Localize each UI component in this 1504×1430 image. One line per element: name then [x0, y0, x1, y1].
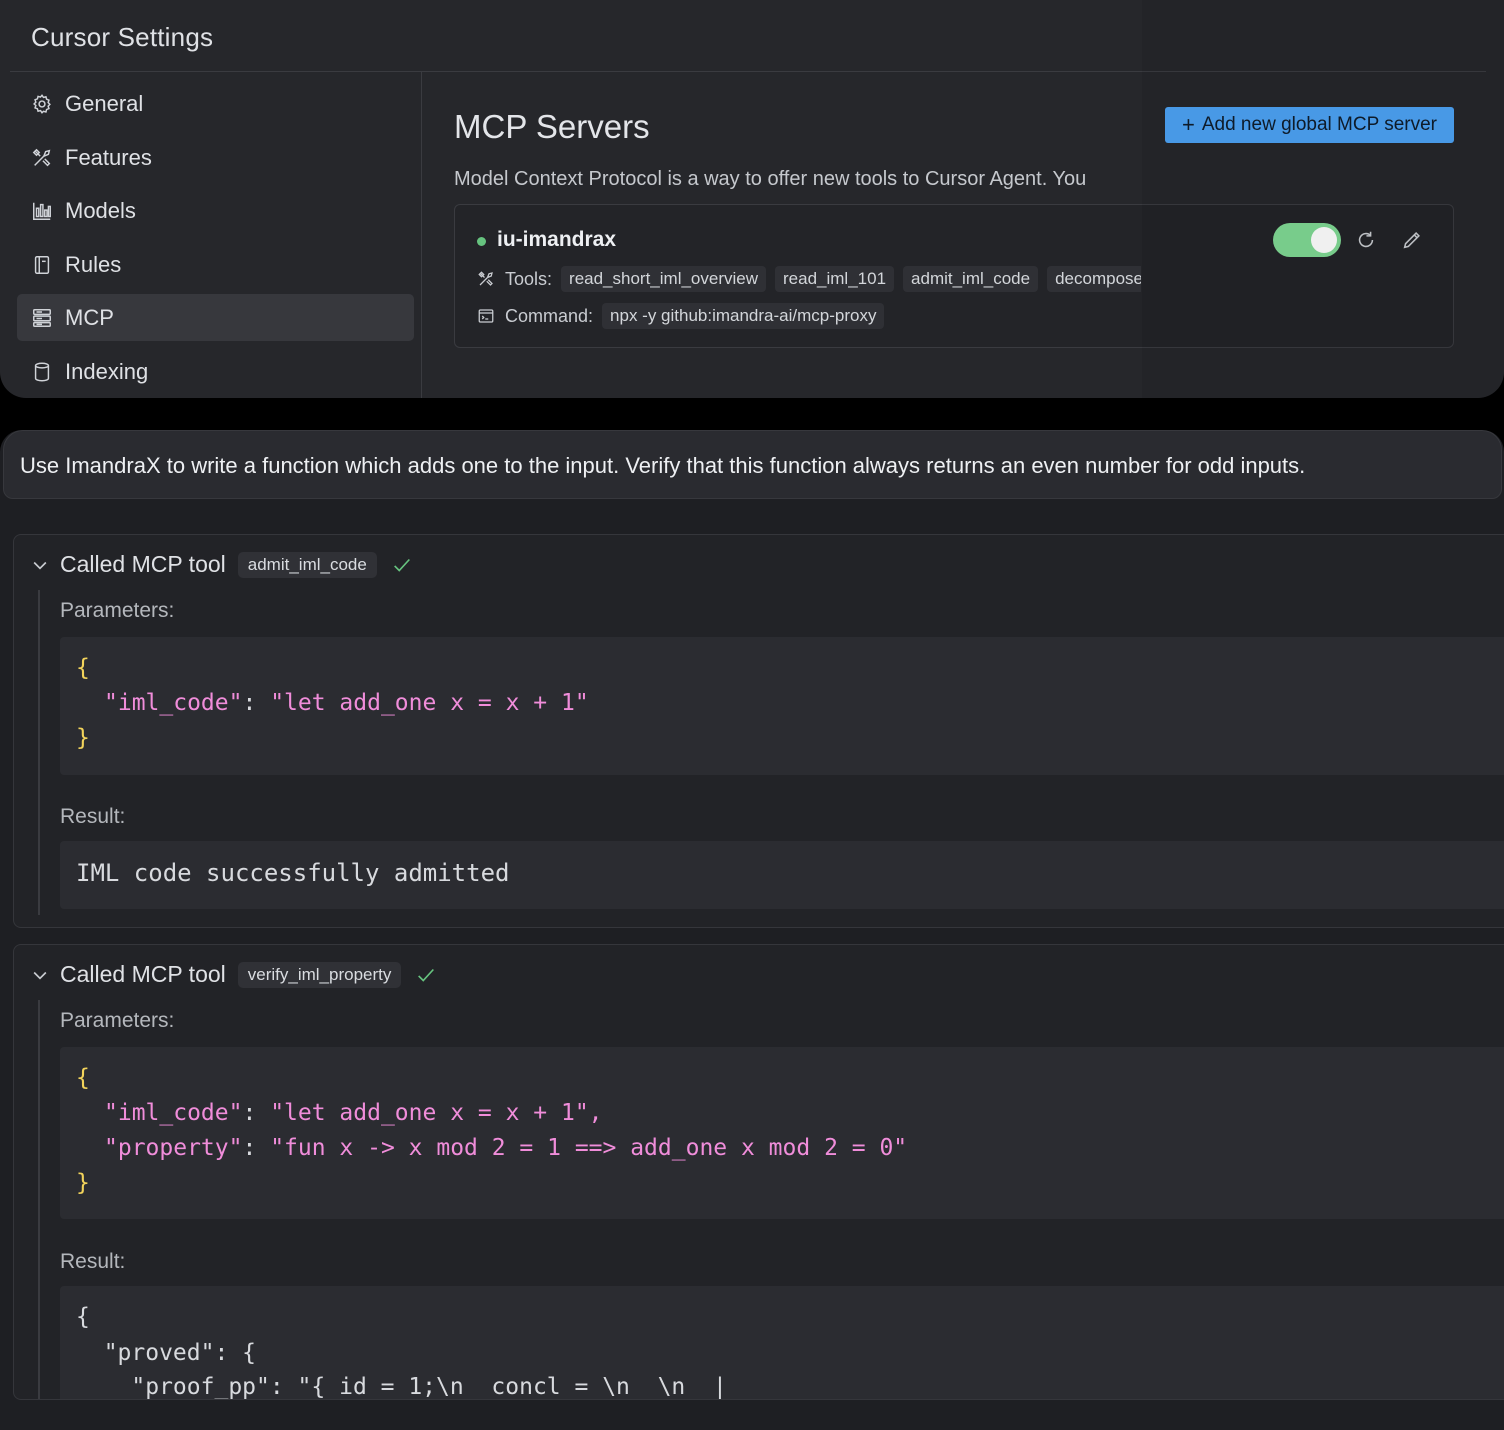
- sidebar-item-label: MCP: [65, 304, 114, 330]
- settings-sidebar: General Features Models Rules MCP Indexi…: [0, 72, 422, 398]
- sidebar-item-mcp[interactable]: MCP: [17, 294, 414, 341]
- page-title: MCP Servers: [454, 108, 650, 145]
- chat-panel: Use ImandraX to write a function which a…: [0, 430, 1504, 1430]
- parameters-code: { "iml_code": "let add_one x = x + 1" }: [60, 637, 1504, 775]
- sidebar-item-label: Indexing: [65, 358, 149, 384]
- check-icon: [418, 968, 435, 982]
- mcp-tool-call: Called MCP tool verify_iml_property Para…: [13, 944, 1504, 1400]
- mcp-tool-call: Called MCP tool admit_iml_code Parameter…: [13, 534, 1504, 928]
- code-brace: {: [76, 655, 90, 681]
- parameters-label: Parameters:: [60, 599, 175, 622]
- server-name: iu-imandrax: [497, 228, 617, 251]
- tree-line: [38, 1000, 40, 1399]
- code-line: "property": "fun x -> x mod 2 = 1 ==> ad…: [104, 1135, 907, 1161]
- param-key: "property": [104, 1135, 243, 1161]
- pencil-icon[interactable]: [1401, 229, 1423, 251]
- tools-label: Tools:: [505, 268, 553, 289]
- result-code: { "proved": { "proof_pp": "{ id = 1;\n c…: [60, 1286, 1504, 1400]
- tree-line: [38, 590, 40, 915]
- settings-title: Cursor Settings: [31, 22, 214, 52]
- tool-name-chip: verify_iml_property: [237, 961, 402, 988]
- tool-call-title: Called MCP tool: [60, 961, 226, 987]
- code-brace: {: [76, 1065, 90, 1091]
- result-label: Result:: [60, 1250, 126, 1273]
- chevron-down-icon[interactable]: [30, 555, 50, 575]
- param-value: "fun x -> x mod 2 = 1 ==> add_one x mod …: [270, 1135, 908, 1161]
- parameters-code: { "iml_code": "let add_one x = x + 1", "…: [60, 1047, 1504, 1219]
- plus-icon: +: [1181, 112, 1195, 137]
- code-brace: }: [76, 725, 90, 751]
- settings-panel: Cursor Settings General Features Models …: [0, 0, 1504, 398]
- sidebar-item-label: Rules: [65, 251, 122, 277]
- sidebar-item-models[interactable]: Models: [17, 187, 414, 234]
- param-value: "let add_one x = x + 1",: [270, 1100, 603, 1126]
- sidebar-item-features[interactable]: Features: [17, 134, 414, 181]
- tool-call-title: Called MCP tool: [60, 551, 226, 577]
- sidebar-item-rules[interactable]: Rules: [17, 241, 414, 288]
- add-button-label: Add new global MCP server: [1201, 114, 1437, 135]
- result-line: "proved": {: [76, 1340, 257, 1366]
- sidebar-item-indexing[interactable]: Indexing: [17, 348, 414, 395]
- bar-chart-icon: [31, 200, 53, 222]
- book-icon: [31, 254, 53, 276]
- code-colon: :: [242, 690, 271, 716]
- server-icon: [31, 307, 53, 329]
- tool-chip[interactable]: decompose: [1047, 266, 1141, 292]
- command-chip: npx -y github:imandra-ai/mcp-proxy: [602, 303, 885, 329]
- code-colon: :: [242, 1135, 271, 1161]
- result-text: IML code successfully admitted: [76, 859, 510, 887]
- sidebar-item-label: General: [65, 90, 144, 116]
- check-icon: [393, 558, 410, 572]
- tools-icon: [477, 270, 495, 288]
- command-label: Command:: [505, 305, 594, 326]
- sidebar-item-label: Models: [65, 197, 136, 223]
- param-value: "let add_one x = x + 1": [270, 690, 589, 716]
- gear-icon: [31, 93, 53, 115]
- toggle-knob: [1311, 227, 1337, 253]
- database-icon: [31, 361, 53, 383]
- mcp-server-card: iu-imandrax Tools: read_short_iml_overvi…: [454, 204, 1454, 348]
- tool-name-chip: admit_iml_code: [237, 551, 377, 578]
- result-box: IML code successfully admitted: [60, 841, 1504, 909]
- param-key: "iml_code": [104, 690, 243, 716]
- refresh-icon[interactable]: [1355, 229, 1377, 251]
- result-line: "proof_pp": "{ id = 1;\n concl = \n \n |: [76, 1374, 727, 1400]
- add-global-mcp-server-button[interactable]: + Add new global MCP server: [1165, 107, 1454, 143]
- code-line: "iml_code": "let add_one x = x + 1",: [104, 1100, 603, 1126]
- user-prompt-bubble: Use ImandraX to write a function which a…: [3, 430, 1502, 499]
- tools-icon: [31, 147, 53, 169]
- parameters-label: Parameters:: [60, 1009, 175, 1032]
- mcp-description: Model Context Protocol is a way to offer…: [454, 168, 1087, 190]
- param-key: "iml_code": [104, 1100, 243, 1126]
- code-brace: }: [76, 1170, 90, 1196]
- status-dot: [477, 237, 486, 246]
- sidebar-item-general[interactable]: General: [17, 80, 414, 127]
- user-prompt-text: Use ImandraX to write a function which a…: [20, 453, 1306, 478]
- tool-chip[interactable]: read_short_iml_overview: [561, 266, 767, 292]
- tool-chip[interactable]: read_iml_101: [775, 266, 895, 292]
- server-tools-row: Tools: read_short_iml_overview read_iml_…: [477, 266, 1141, 292]
- terminal-icon: [477, 307, 495, 325]
- result-line: {: [76, 1304, 90, 1330]
- server-enabled-toggle[interactable]: [1273, 223, 1341, 257]
- mcp-settings-content: MCP Servers Model Context Protocol is a …: [422, 72, 1504, 398]
- server-command-row: Command: npx -y github:imandra-ai/mcp-pr…: [477, 303, 885, 329]
- sidebar-item-label: Features: [65, 144, 152, 170]
- result-label: Result:: [60, 805, 126, 828]
- tool-call-header[interactable]: Called MCP tool verify_iml_property: [30, 961, 437, 988]
- tool-chip[interactable]: admit_iml_code: [903, 266, 1039, 292]
- chevron-down-icon[interactable]: [30, 965, 50, 985]
- tool-call-header[interactable]: Called MCP tool admit_iml_code: [30, 551, 413, 578]
- code-line: "iml_code": "let add_one x = x + 1": [104, 690, 589, 716]
- code-colon: :: [242, 1100, 271, 1126]
